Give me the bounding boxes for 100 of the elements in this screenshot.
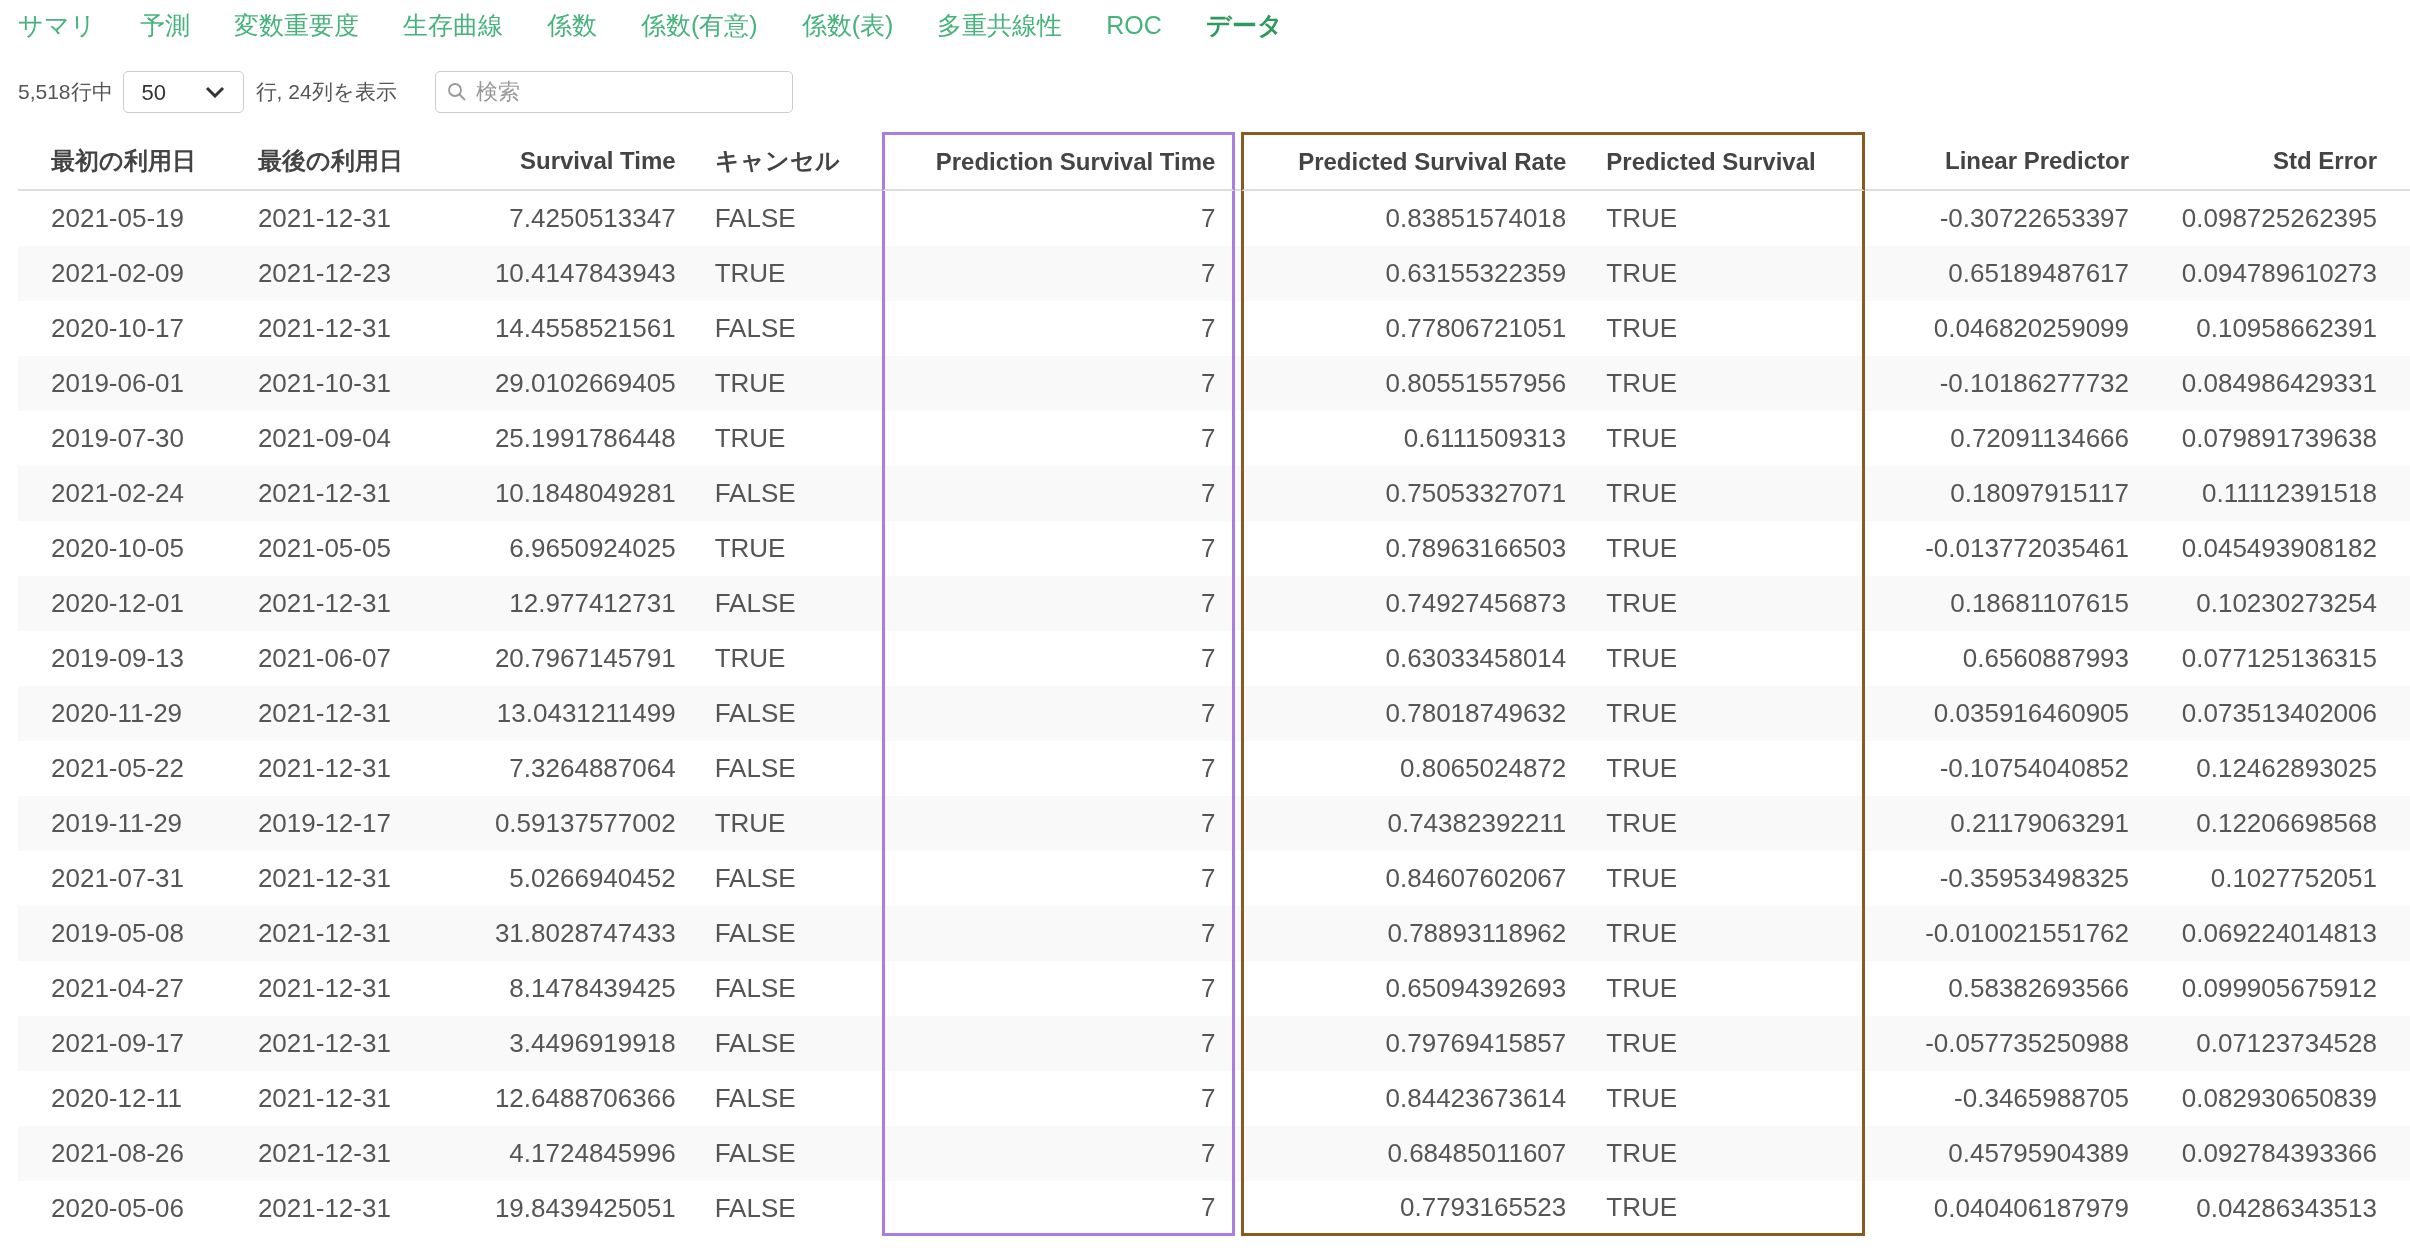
table-cell-text: 2020-10-17 bbox=[51, 312, 184, 345]
table-cell-text: TRUE bbox=[1606, 1082, 1678, 1115]
column-header[interactable]: Linear Predictor bbox=[1944, 142, 2130, 179]
table-cell-text: -0.057735250988 bbox=[1925, 1027, 2130, 1060]
table-cell-text: TRUE bbox=[1606, 752, 1678, 785]
tab[interactable]: データ bbox=[1205, 7, 1283, 45]
table-cell-text: 0.7793165523 bbox=[1400, 1190, 1567, 1224]
column-header[interactable]: Survival Time bbox=[520, 142, 676, 179]
table-cell-text: TRUE bbox=[714, 532, 786, 565]
table-cell-text: 0.092784393366 bbox=[2181, 1137, 2377, 1170]
table-cell-text: TRUE bbox=[1606, 697, 1678, 730]
table-cell-text: TRUE bbox=[1606, 367, 1678, 400]
table-cell-text: 7 bbox=[1200, 477, 1216, 510]
table-cell-text: 0.75053327071 bbox=[1385, 477, 1567, 510]
table-cell-text: 0.045493908182 bbox=[2181, 532, 2377, 565]
table-cell-text: 0.12462893025 bbox=[2196, 752, 2377, 785]
table-cell-text: 0.77806721051 bbox=[1385, 312, 1567, 345]
column-header[interactable]: Prediction Survival Time bbox=[935, 144, 1216, 180]
table-cell-text: TRUE bbox=[714, 642, 786, 675]
column-header[interactable]: Std Error bbox=[2273, 142, 2377, 179]
column-header[interactable]: キャンセル bbox=[714, 142, 840, 179]
table-cell-text: 7.4250513347 bbox=[509, 202, 676, 235]
table-cell-text: 7 bbox=[1200, 807, 1216, 840]
search-icon bbox=[446, 82, 467, 102]
table-cell-text: 2019-06-01 bbox=[51, 367, 184, 400]
table-cell-text: FALSE bbox=[714, 752, 796, 785]
table-cell-text: 2021-02-24 bbox=[51, 477, 184, 510]
table-cell-text: 7 bbox=[1200, 532, 1216, 565]
table-cell-text: 2021-12-31 bbox=[257, 1027, 391, 1060]
table-cell-text: 7 bbox=[1200, 1082, 1216, 1115]
table-cell-text: 7 bbox=[1200, 1027, 1216, 1060]
table-cell-text: 2021-12-31 bbox=[257, 202, 391, 235]
table-cell-text: 0.077125136315 bbox=[2181, 642, 2377, 675]
column-header[interactable]: Predicted Survival Rate bbox=[1298, 144, 1567, 180]
table-cell-text: 0.84423673614 bbox=[1385, 1082, 1567, 1115]
table-cell-text: 0.12206698568 bbox=[2196, 807, 2377, 840]
table-cell-text: FALSE bbox=[714, 697, 796, 730]
table-cell-text: 2021-12-31 bbox=[257, 477, 391, 510]
table-cell-text: TRUE bbox=[1606, 642, 1678, 675]
table-cell-text: 0.07123734528 bbox=[2196, 1027, 2377, 1060]
table-cell-text: 0.18681107615 bbox=[1950, 587, 2130, 620]
table-cell-text: FALSE bbox=[714, 972, 796, 1005]
table-cell-text: 0.082930650839 bbox=[2181, 1082, 2377, 1115]
table-cell-text: 7 bbox=[1200, 862, 1216, 895]
table-cell-text: TRUE bbox=[1606, 202, 1678, 235]
table-cell-text: 2020-12-11 bbox=[51, 1082, 183, 1115]
column-header[interactable]: Predicted Survival bbox=[1606, 144, 1816, 180]
table-cell-text: 0.78893118962 bbox=[1387, 917, 1567, 950]
table-cell-text: 2021-12-31 bbox=[257, 862, 391, 895]
table-cell-text: 2020-11-29 bbox=[51, 697, 183, 730]
table-cell-text: 0.78018749632 bbox=[1385, 697, 1567, 730]
table-cell-text: 0.069224014813 bbox=[2181, 917, 2377, 950]
table-cell-text: 0.63033458014 bbox=[1385, 642, 1567, 675]
table-cell-text: -0.30722653397 bbox=[1939, 202, 2130, 235]
table-cell-text: 2019-05-08 bbox=[51, 917, 184, 950]
table-cell-text: 7 bbox=[1200, 367, 1216, 400]
table-cell-text: 7 bbox=[1200, 202, 1216, 235]
table-cell-text: 0.10958662391 bbox=[2196, 312, 2377, 345]
table-cell-text: 0.10230273254 bbox=[2196, 587, 2377, 620]
table-cell-text: TRUE bbox=[714, 807, 786, 840]
table-cell-text: FALSE bbox=[714, 1137, 796, 1170]
table-cell-text: TRUE bbox=[1606, 862, 1678, 895]
table-cell-text: 0.45795904389 bbox=[1948, 1137, 2130, 1170]
table-cell-text: FALSE bbox=[714, 312, 796, 345]
table-cell-text: 0.65094392693 bbox=[1385, 972, 1567, 1005]
table-cell-text: 2021-12-31 bbox=[257, 917, 391, 950]
table-cell-text: 7 bbox=[1200, 752, 1216, 785]
table-cell-text: 7 bbox=[1200, 642, 1216, 675]
table-cell-text: 0.046820259099 bbox=[1933, 312, 2130, 345]
table-cell-text: 0.74927456873 bbox=[1385, 587, 1567, 620]
table-cell-text: 2019-09-13 bbox=[51, 642, 184, 675]
table-cell-text: 5.0266940452 bbox=[509, 862, 676, 895]
table-cell-text: 0.079891739638 bbox=[2181, 422, 2377, 455]
page-size-select[interactable]: 50 bbox=[122, 71, 244, 113]
table-cell-text: 31.8028747433 bbox=[494, 917, 676, 950]
column-header[interactable]: 最初の利用日 bbox=[51, 142, 196, 179]
table-cell-text: 2020-12-01 bbox=[51, 587, 184, 620]
search-field[interactable]: 検索 bbox=[434, 71, 793, 113]
table-cell-text: 0.74382392211 bbox=[1387, 807, 1567, 840]
table-cell-text: FALSE bbox=[714, 917, 796, 950]
table-cell-text: TRUE bbox=[714, 422, 786, 455]
table-cell-text: 2021-12-31 bbox=[257, 1192, 391, 1225]
table-cell-text: 2021-02-09 bbox=[51, 257, 184, 290]
column-header[interactable]: 最後の利用日 bbox=[257, 142, 403, 179]
table-cell-text: TRUE bbox=[1606, 807, 1678, 840]
table-cell-text: 0.59137577002 bbox=[494, 807, 676, 840]
table-cell-text: 0.68485011607 bbox=[1387, 1137, 1567, 1170]
table-cell-text: TRUE bbox=[714, 367, 786, 400]
table-cell-text: 7 bbox=[1200, 257, 1216, 290]
table-cell-text: 12.977412731 bbox=[509, 587, 676, 620]
table-cell-text: TRUE bbox=[1606, 312, 1678, 345]
table-cell-text: 0.6111509313 bbox=[1403, 422, 1567, 455]
table-cell-text: 2021-08-26 bbox=[51, 1137, 184, 1170]
table-cell-text: FALSE bbox=[714, 1192, 796, 1225]
table-cell-text: 2021-05-22 bbox=[51, 752, 184, 785]
table-cell-text: 7 bbox=[1200, 312, 1216, 345]
table-cell-text: 7 bbox=[1200, 917, 1216, 950]
table-cell-text: TRUE bbox=[1606, 477, 1678, 510]
shown-columns-text: 行, 24列を表示 bbox=[255, 79, 397, 106]
table-cell-text: 2020-10-05 bbox=[51, 532, 184, 565]
